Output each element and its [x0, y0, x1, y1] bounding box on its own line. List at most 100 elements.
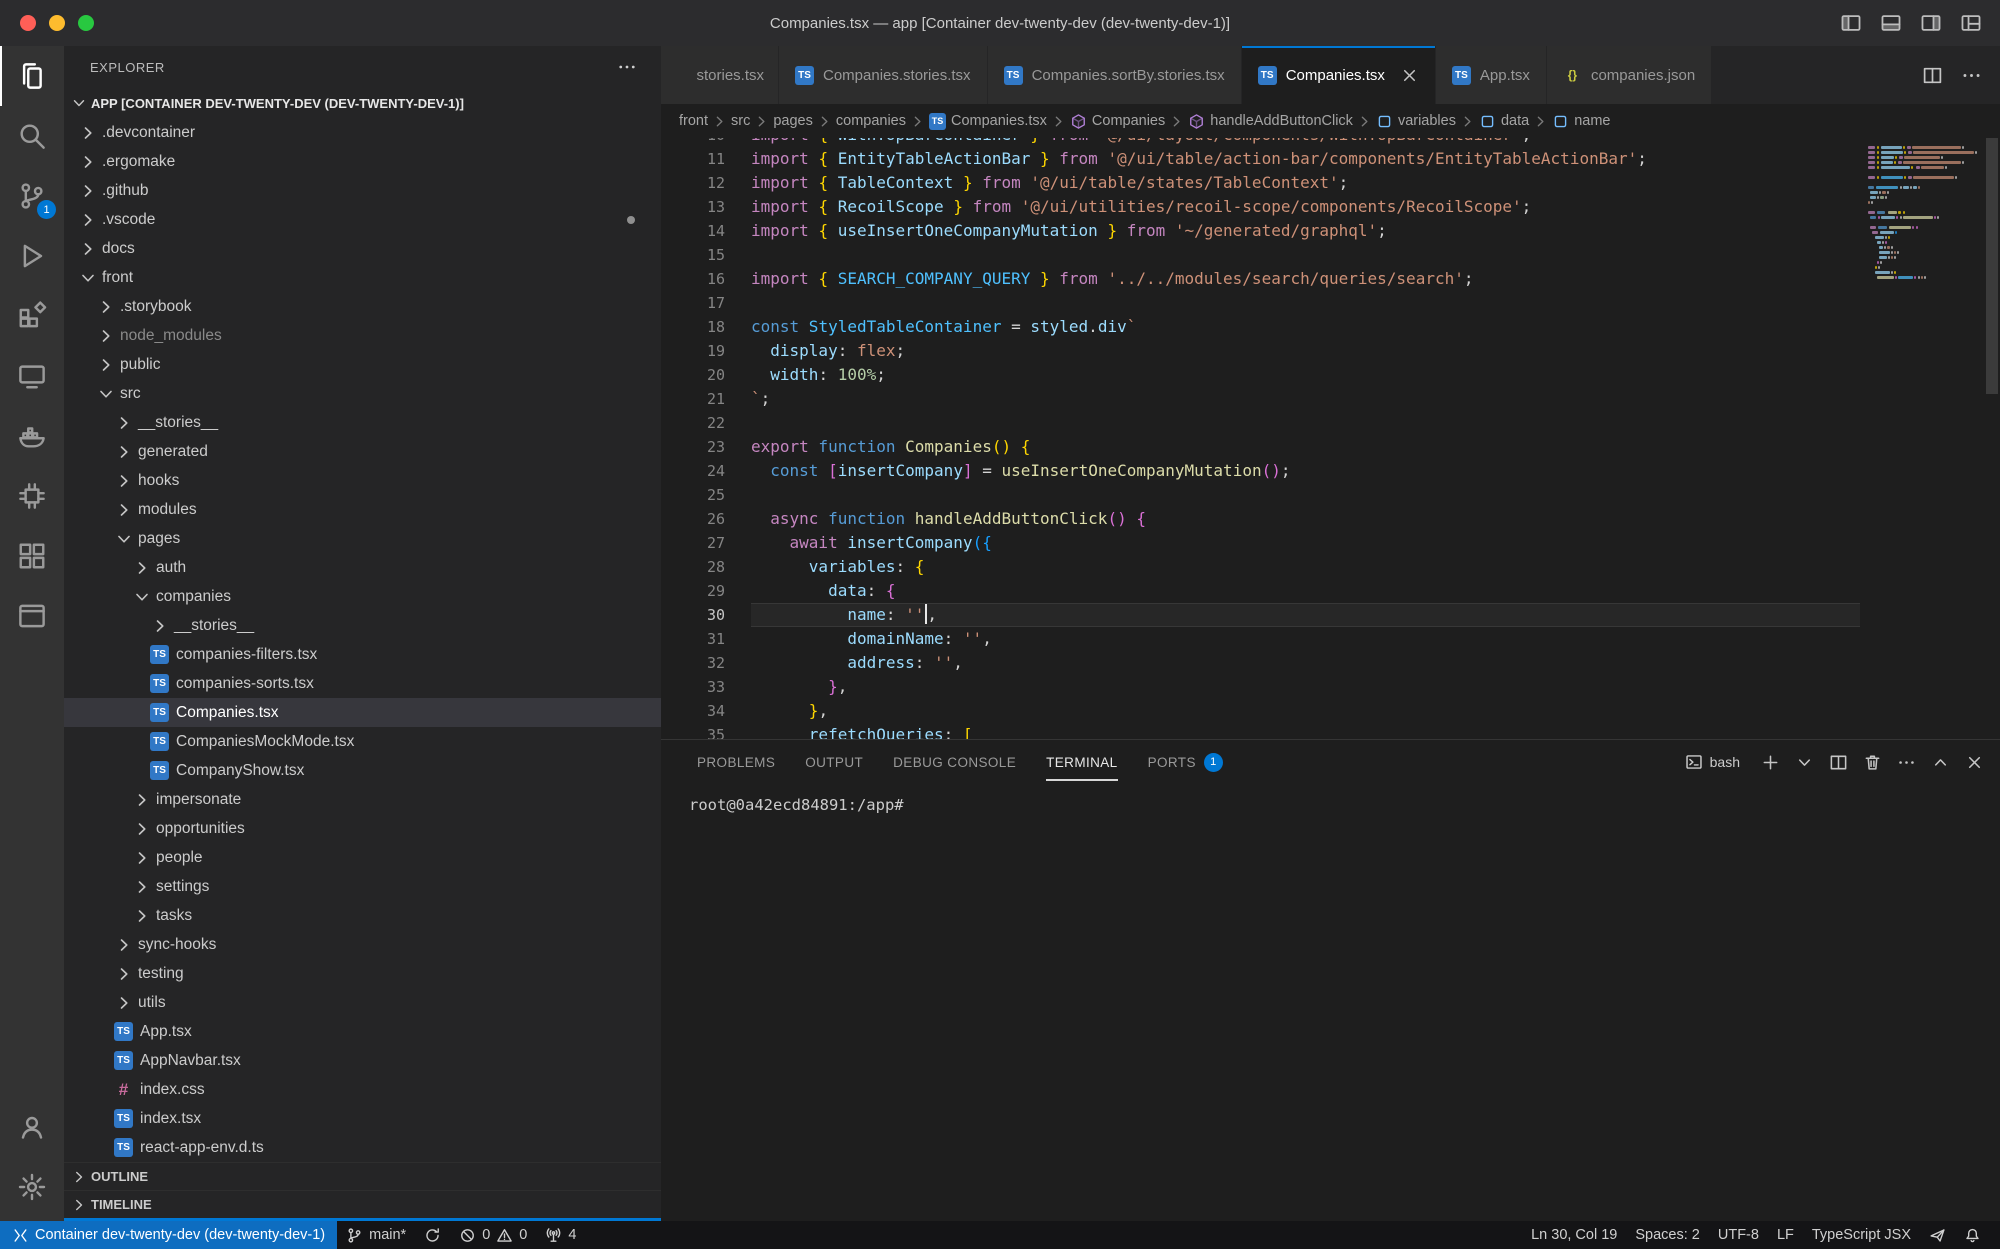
line-number[interactable]: 26	[661, 507, 725, 531]
line-number-gutter[interactable]: 1011121314151617181920212223242526272829…	[661, 138, 725, 739]
tree-item-companies-filters.tsx[interactable]: TScompanies-filters.tsx	[64, 640, 661, 669]
editor-tab-stories.tsx[interactable]: stories.tsx	[661, 46, 779, 104]
panel-tab-output[interactable]: OUTPUT	[805, 740, 863, 784]
line-number[interactable]: 25	[661, 483, 725, 507]
chevron-up-panel-icon[interactable]	[1931, 753, 1950, 772]
activity-run-and-debug[interactable]	[0, 226, 64, 286]
tree-item-front[interactable]: front	[64, 263, 661, 292]
line-number[interactable]: 23	[661, 435, 725, 459]
tree-item-.ergomake[interactable]: .ergomake	[64, 147, 661, 176]
breadcrumb-item-handleAddButtonClick[interactable]: handleAddButtonClick	[1188, 113, 1353, 130]
trash-panel-icon[interactable]	[1863, 753, 1882, 772]
tree-item-CompanyShow.tsx[interactable]: TSCompanyShow.tsx	[64, 756, 661, 785]
layout-panel-icon[interactable]	[1880, 12, 1902, 34]
split-editor-icon[interactable]	[1922, 65, 1943, 86]
code-line-20[interactable]: width: 100%;	[751, 363, 1860, 387]
tree-item-tasks[interactable]: tasks	[64, 901, 661, 930]
code-line-32[interactable]: address: '',	[751, 651, 1860, 675]
code-line-18[interactable]: const StyledTableContainer = styled.div`	[751, 315, 1860, 339]
forwarded-ports-status[interactable]: 4	[536, 1221, 585, 1249]
breadcrumb-item-Companies.tsx[interactable]: TSCompanies.tsx	[929, 113, 1047, 130]
panel-tab-terminal[interactable]: TERMINAL	[1046, 740, 1117, 784]
line-number[interactable]: 18	[661, 315, 725, 339]
tree-item-__stories__[interactable]: __stories__	[64, 611, 661, 640]
remote-indicator[interactable]: Container dev-twenty-dev (dev-twenty-dev…	[0, 1221, 337, 1249]
tree-item-utils[interactable]: utils	[64, 988, 661, 1017]
tree-item-docs[interactable]: docs	[64, 234, 661, 263]
code-editor[interactable]: 1011121314151617181920212223242526272829…	[661, 138, 1860, 739]
layout-sidebar-right-icon[interactable]	[1920, 12, 1942, 34]
code-line-30[interactable]: name: '',	[751, 603, 1860, 627]
line-number[interactable]: 16	[661, 267, 725, 291]
tree-item-hooks[interactable]: hooks	[64, 466, 661, 495]
activity-extensions[interactable]	[0, 286, 64, 346]
panel-tab-ports[interactable]: PORTS1	[1148, 740, 1223, 784]
code-line-13[interactable]: import { RecoilScope } from '@/ui/utilit…	[751, 195, 1860, 219]
line-number[interactable]: 17	[661, 291, 725, 315]
activity-files[interactable]	[0, 46, 64, 106]
cursor-position-status[interactable]: Ln 30, Col 19	[1522, 1221, 1626, 1249]
line-number[interactable]: 11	[661, 147, 725, 171]
code-line-12[interactable]: import { TableContext } from '@/ui/table…	[751, 171, 1860, 195]
code-line-21[interactable]: `;	[751, 387, 1860, 411]
editor-tab-Companies.stories.tsx[interactable]: TSCompanies.stories.tsx	[779, 46, 988, 104]
code-line-26[interactable]: async function handleAddButtonClick() {	[751, 507, 1860, 531]
code-line-11[interactable]: import { EntityTableActionBar } from '@/…	[751, 147, 1860, 171]
tree-item-generated[interactable]: generated	[64, 437, 661, 466]
outline-section[interactable]: OUTLINE	[64, 1162, 661, 1190]
editor-tab-Companies.sortBy.stories.tsx[interactable]: TSCompanies.sortBy.stories.tsx	[988, 46, 1242, 104]
tree-item-node_modules[interactable]: node_modules	[64, 321, 661, 350]
activity-settings[interactable]	[0, 1157, 64, 1217]
breadcrumb-item-data[interactable]: data	[1479, 113, 1529, 130]
close-window-button[interactable]	[20, 15, 36, 31]
tree-item-src[interactable]: src	[64, 379, 661, 408]
indentation-status[interactable]: Spaces: 2	[1626, 1221, 1709, 1249]
line-number[interactable]: 24	[661, 459, 725, 483]
sync-status[interactable]	[415, 1221, 450, 1249]
line-number[interactable]: 10	[661, 138, 725, 147]
line-number[interactable]: 34	[661, 699, 725, 723]
explorer-section-header[interactable]: APP [CONTAINER DEV-TWENTY-DEV (DEV-TWENT…	[64, 88, 661, 118]
tree-item-index.tsx[interactable]: TSindex.tsx	[64, 1104, 661, 1133]
tree-item-sync-hooks[interactable]: sync-hooks	[64, 930, 661, 959]
line-number[interactable]: 13	[661, 195, 725, 219]
code-line-23[interactable]: export function Companies() {	[751, 435, 1860, 459]
line-number[interactable]: 27	[661, 531, 725, 555]
activity-accounts[interactable]	[0, 1097, 64, 1157]
tree-item-.github[interactable]: .github	[64, 176, 661, 205]
activity-remote-explorer[interactable]	[0, 346, 64, 406]
panel-tab-problems[interactable]: PROBLEMS	[697, 740, 775, 784]
breadcrumb-item-variables[interactable]: variables	[1376, 113, 1456, 130]
line-number[interactable]: 32	[661, 651, 725, 675]
code-line-27[interactable]: await insertCompany({	[751, 531, 1860, 555]
terminal-shell-selector[interactable]: bash	[1685, 753, 1740, 771]
more-panel-icon[interactable]	[1897, 753, 1916, 772]
tree-item-CompaniesMockMode.tsx[interactable]: TSCompaniesMockMode.tsx	[64, 727, 661, 756]
line-number[interactable]: 14	[661, 219, 725, 243]
tree-item-auth[interactable]: auth	[64, 553, 661, 582]
tree-item-companies-sorts.tsx[interactable]: TScompanies-sorts.tsx	[64, 669, 661, 698]
scrollbar-thumb[interactable]	[1986, 138, 1998, 394]
activity-devices[interactable]	[0, 466, 64, 526]
activity-grid[interactable]	[0, 526, 64, 586]
line-number[interactable]: 22	[661, 411, 725, 435]
line-number[interactable]: 33	[661, 675, 725, 699]
code-line-34[interactable]: },	[751, 699, 1860, 723]
line-number[interactable]: 21	[661, 387, 725, 411]
layout-sidebar-left-icon[interactable]	[1840, 12, 1862, 34]
close-icon[interactable]	[1400, 66, 1419, 85]
plus-panel-icon[interactable]	[1761, 753, 1780, 772]
tree-item-pages[interactable]: pages	[64, 524, 661, 553]
activity-source-control[interactable]: 1	[0, 166, 64, 226]
line-number[interactable]: 28	[661, 555, 725, 579]
tree-item-.devcontainer[interactable]: .devcontainer	[64, 118, 661, 147]
tree-item-public[interactable]: public	[64, 350, 661, 379]
line-number[interactable]: 19	[661, 339, 725, 363]
line-number[interactable]: 29	[661, 579, 725, 603]
breadcrumb-item-pages[interactable]: pages	[773, 113, 813, 129]
activity-search[interactable]	[0, 106, 64, 166]
tree-item-settings[interactable]: settings	[64, 872, 661, 901]
breadcrumb-item-companies[interactable]: companies	[836, 113, 906, 129]
code-line-10[interactable]: import { WithTopBarContainer } from '@/u…	[751, 138, 1860, 147]
chevron-down-panel-icon[interactable]	[1795, 753, 1814, 772]
